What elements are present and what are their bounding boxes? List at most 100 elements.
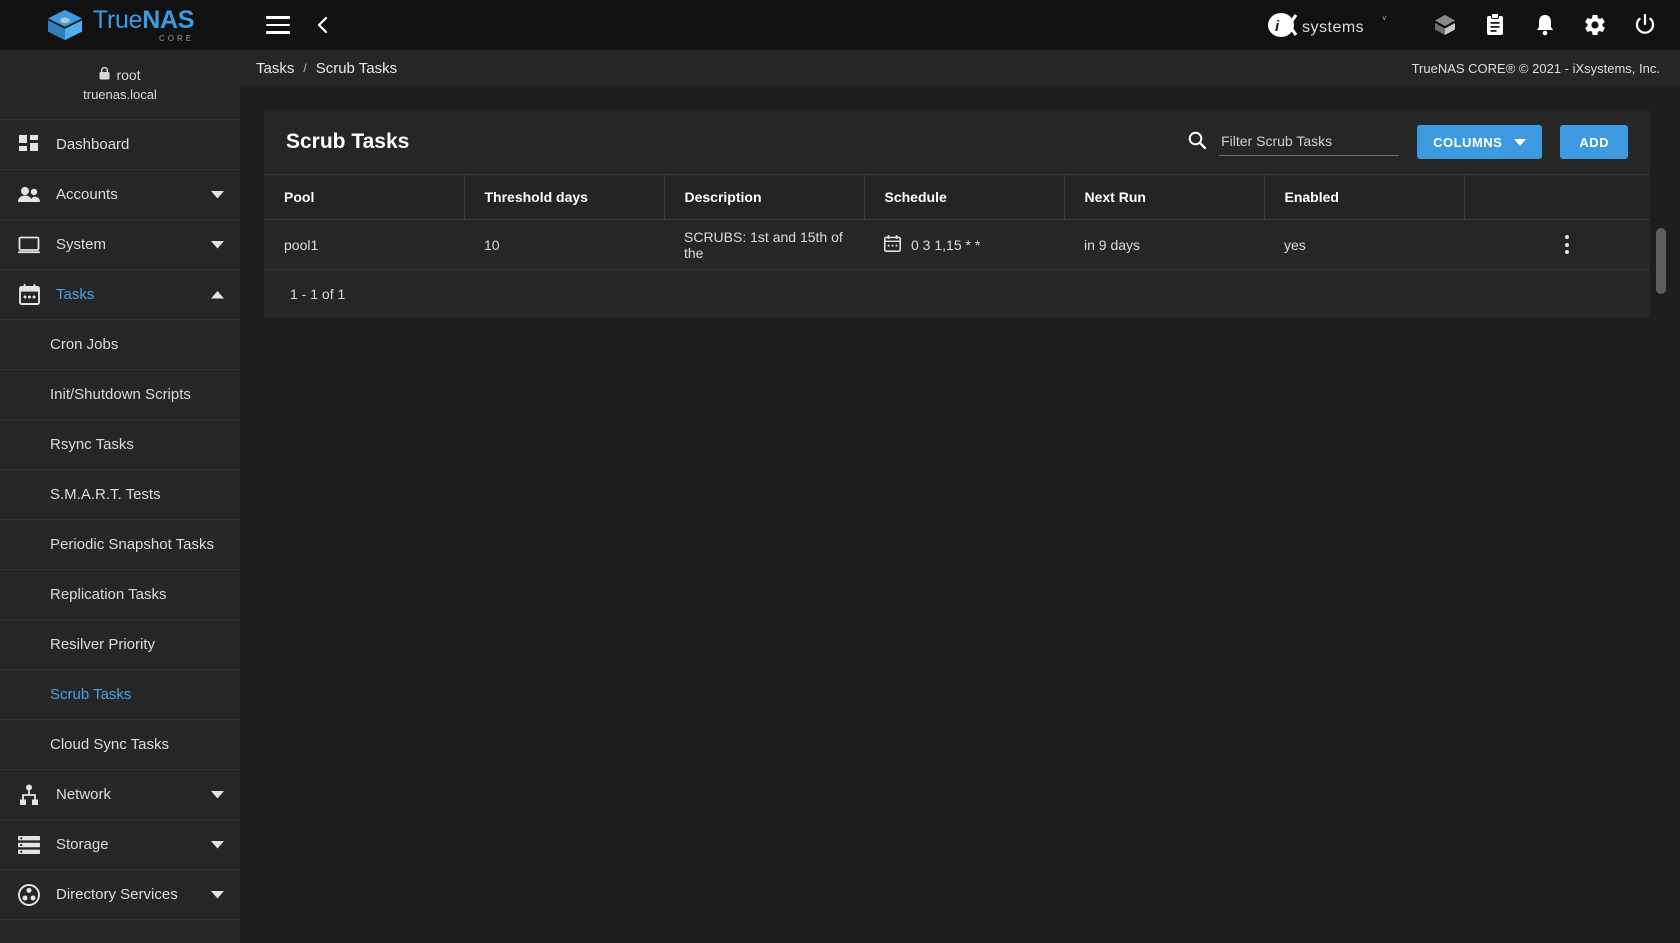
- sidebar-item-label: S.M.A.R.T. Tests: [50, 486, 161, 503]
- columns-button-label: COLUMNS: [1433, 134, 1503, 150]
- scrub-tasks-table: Pool Threshold days Description Schedule Nex…: [264, 174, 1650, 270]
- accounts-people-icon: [16, 182, 42, 208]
- sidebar-item-label: Resilver Priority: [50, 636, 156, 653]
- chevron-down-icon[interactable]: [210, 238, 224, 252]
- tasks-calendar-icon: [16, 282, 42, 308]
- sidebar-hostname: truenas.local: [83, 87, 157, 102]
- schedule-cron-text: 0 3 1,15 * *: [911, 236, 981, 253]
- notifications-bell-icon[interactable]: [1532, 12, 1558, 38]
- add-button[interactable]: ADD: [1560, 125, 1628, 159]
- sidebar-item-system[interactable]: System: [0, 220, 240, 270]
- breadcrumb-parent[interactable]: Tasks: [256, 60, 294, 77]
- settings-gear-icon[interactable]: [1582, 12, 1608, 38]
- sidebar-item-tasks[interactable]: Tasks: [0, 270, 240, 320]
- sidebar-item-replication-tasks[interactable]: Replication Tasks: [0, 570, 240, 620]
- cell-threshold-days: 10: [464, 219, 664, 270]
- chevron-up-icon[interactable]: [210, 288, 224, 302]
- sidebar-item-scrub-tasks[interactable]: Scrub Tasks: [0, 670, 240, 720]
- sidebar-item-accounts[interactable]: Accounts: [0, 170, 240, 220]
- sidebar-item-dashboard[interactable]: Dashboard: [0, 120, 240, 170]
- sidebar-item-label: Periodic Snapshot Tasks: [50, 536, 214, 553]
- table-header-cell[interactable]: Enabled: [1264, 174, 1465, 220]
- sidebar-item-directory-services[interactable]: Directory Services: [0, 870, 240, 920]
- brand-logo[interactable]: TrueNAS CORE: [0, 0, 240, 50]
- table-header-cell[interactable]: Pool: [264, 174, 465, 220]
- chevron-down-icon[interactable]: [210, 838, 224, 852]
- sidebar-item-label: System: [56, 236, 107, 253]
- sidebar-item-label: Accounts: [56, 186, 118, 203]
- sidebar-item-label: Storage: [56, 836, 109, 853]
- page-title: Scrub Tasks: [286, 130, 410, 153]
- sidebar-item-storage[interactable]: Storage: [0, 820, 240, 870]
- sidebar-item-label: Rsync Tasks: [50, 436, 134, 453]
- sidebar-item-label: Replication Tasks: [50, 586, 167, 603]
- sidebar-item-periodic-snapshot-tasks[interactable]: Periodic Snapshot Tasks: [0, 520, 240, 570]
- power-icon[interactable]: [1632, 12, 1658, 38]
- brand-name-nas: NAS: [142, 5, 195, 34]
- search-icon[interactable]: [1187, 130, 1207, 155]
- vertical-scrollbar[interactable]: [1656, 228, 1666, 294]
- truenas-cube-logo: [47, 9, 82, 41]
- system-monitor-icon: [16, 232, 42, 258]
- network-nodes-icon: [16, 782, 42, 808]
- sidebar-user-box: root truenas.local: [0, 50, 240, 120]
- cell-pool: pool1: [264, 219, 464, 270]
- table-header-cell[interactable]: [1464, 174, 1650, 220]
- directory-services-icon: [16, 882, 42, 908]
- chevron-down-icon[interactable]: [210, 788, 224, 802]
- sidebar-item-label: Directory Services: [56, 886, 178, 903]
- sidebar-item-label: Dashboard: [56, 136, 130, 153]
- sidebar-item-rsync-tasks[interactable]: Rsync Tasks: [0, 420, 240, 470]
- svg-text:˅: ˅: [1382, 14, 1387, 23]
- cell-row-actions: [1464, 219, 1650, 270]
- sidebar-item-cloud-sync-tasks[interactable]: Cloud Sync Tasks: [0, 720, 240, 770]
- sidebar-item-label: Tasks: [56, 286, 95, 303]
- sidebar-item-label: Scrub Tasks: [50, 686, 132, 703]
- cell-next-run: in 9 days: [1064, 219, 1264, 270]
- sidebar-item-label: Network: [56, 786, 112, 803]
- brand-name-true: True: [92, 5, 143, 34]
- brand-edition: CORE: [158, 33, 195, 43]
- cell-description: SCRUBS: 1st and 15th of the: [664, 219, 864, 270]
- svg-text:systems: systems: [1302, 19, 1364, 36]
- main-content: Scrub Tasks COLUMNS: [240, 86, 1680, 943]
- lock-icon: [99, 66, 110, 83]
- sidebar-item-resilver-priority[interactable]: Resilver Priority: [0, 620, 240, 670]
- sidebar-item-label: Cloud Sync Tasks: [50, 736, 169, 753]
- search-input[interactable]: [1219, 128, 1400, 156]
- sidebar-item-s-m-a-r-t-tests[interactable]: S.M.A.R.T. Tests: [0, 470, 240, 520]
- scrub-tasks-card: Scrub Tasks COLUMNS: [264, 110, 1666, 317]
- table-header-cell[interactable]: Next Run: [1064, 174, 1265, 220]
- chevron-down-icon[interactable]: [210, 188, 224, 202]
- sidebar-item-network[interactable]: Network: [0, 770, 240, 820]
- chevron-down-icon: [1514, 135, 1527, 150]
- breadcrumb-bar: Tasks / Scrub Tasks TrueNAS CORE® © 2021…: [240, 50, 1680, 86]
- task-manager-clipboard-icon[interactable]: [1482, 12, 1508, 38]
- jails-cube-icon[interactable]: [1432, 12, 1458, 38]
- chevron-left-icon[interactable]: [312, 14, 334, 36]
- table-header-row: Pool Threshold days Description Schedule Nex…: [264, 174, 1650, 220]
- sidebar-username: root: [116, 67, 141, 83]
- sidebar-item-label: Cron Jobs: [50, 336, 119, 353]
- hamburger-menu-icon[interactable]: [266, 16, 290, 34]
- calendar-icon: [884, 234, 901, 255]
- table-header-cell[interactable]: Threshold days: [464, 174, 665, 220]
- cell-schedule: 0 3 1,15 * *: [864, 219, 1064, 270]
- card-header: Scrub Tasks COLUMNS: [264, 110, 1650, 174]
- cell-enabled: yes: [1264, 219, 1464, 270]
- ixsystems-logo[interactable]: i systems ˅: [1266, 11, 1392, 39]
- sidebar-item-label: Init/Shutdown Scripts: [50, 386, 191, 403]
- copyright-text: TrueNAS CORE® © 2021 - iXsystems, Inc.: [1411, 60, 1660, 76]
- chevron-down-icon[interactable]: [210, 888, 224, 902]
- columns-button[interactable]: COLUMNS: [1417, 125, 1543, 159]
- dashboard-grid-icon: [16, 132, 42, 158]
- sidebar: root truenas.local Dashboard Accounts Syst…: [0, 50, 240, 943]
- sidebar-item-cron-jobs[interactable]: Cron Jobs: [0, 320, 240, 370]
- more-vertical-icon[interactable]: [1484, 235, 1650, 254]
- table-header-cell[interactable]: Description: [664, 174, 865, 220]
- table-row[interactable]: pool1 10 SCRUBS: 1st and 15th of the 0 3 1,…: [264, 219, 1650, 270]
- sidebar-item-init-shutdown-scripts[interactable]: Init/Shutdown Scripts: [0, 370, 240, 420]
- add-button-label: ADD: [1579, 134, 1609, 150]
- breadcrumb-separator: /: [303, 61, 307, 75]
- table-header-cell[interactable]: Schedule: [864, 174, 1065, 220]
